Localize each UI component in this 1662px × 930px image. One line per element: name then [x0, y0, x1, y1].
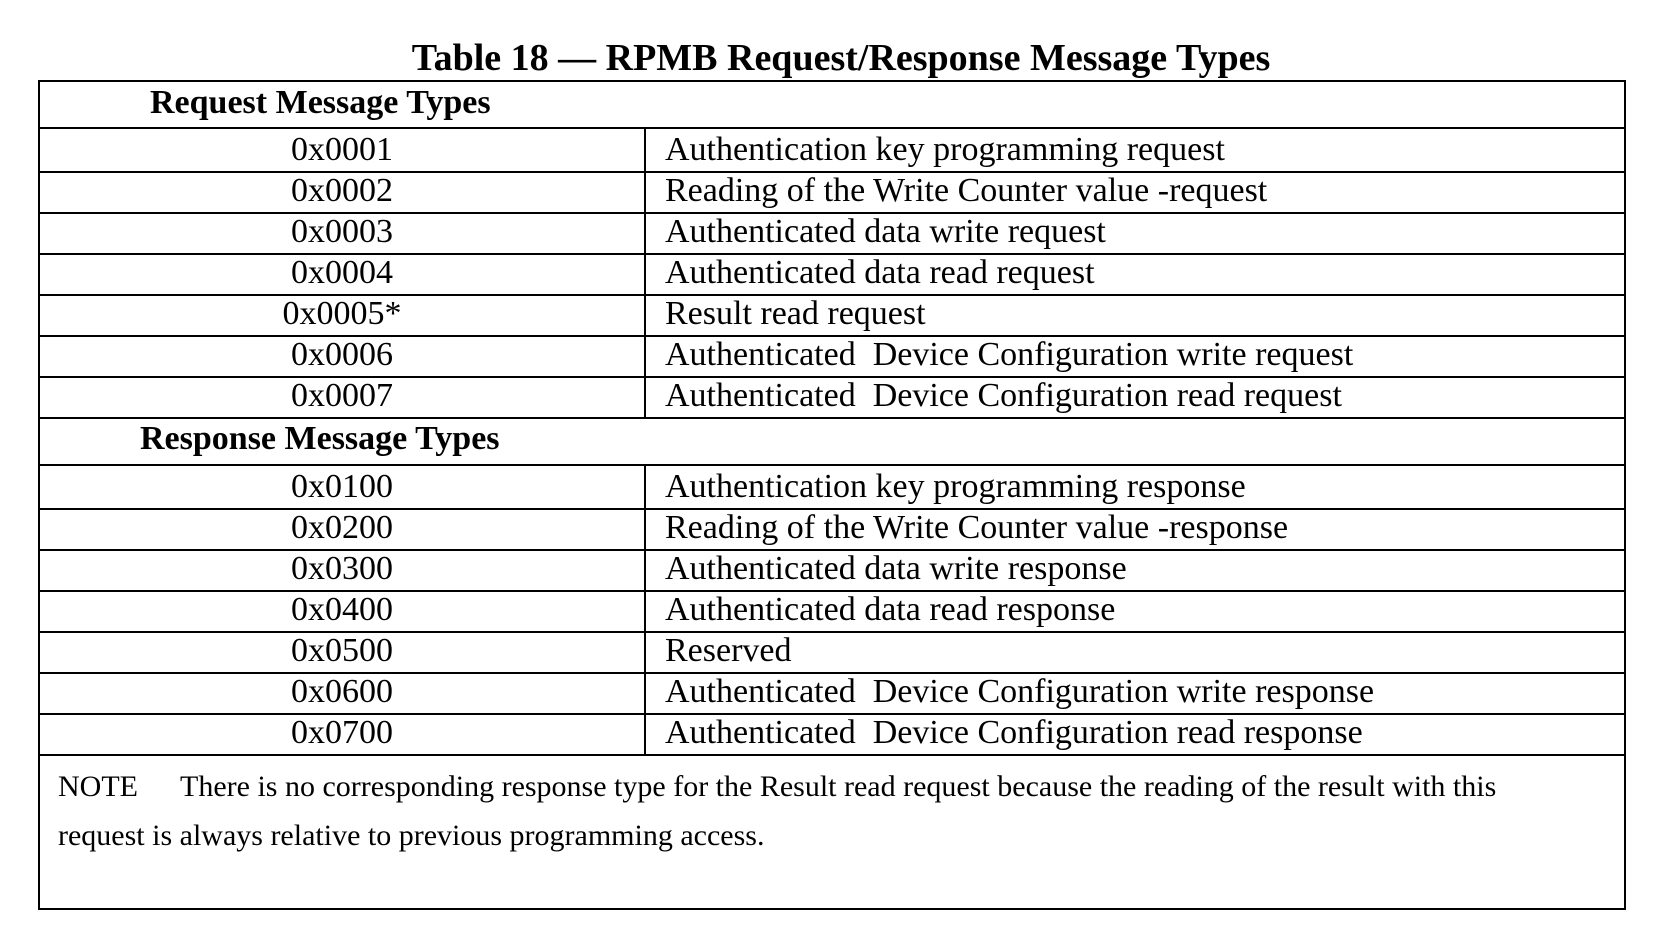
message-description: Authenticated Device Configuration write…: [665, 673, 1375, 710]
message-code: 0x0400: [40, 589, 646, 631]
message-description: Reading of the Write Counter value -resp…: [665, 509, 1289, 546]
note-text: There is no corresponding response type …: [58, 770, 1497, 852]
message-description: Authenticated data read request: [665, 254, 1095, 291]
table-title: Table 18 — RPMB Request/Response Message…: [411, 37, 1271, 79]
message-code: 0x0600: [40, 671, 646, 713]
table-row: 0x0006 Authenticated Device Configuratio…: [40, 334, 1624, 378]
table-row: 0x0700 Authenticated Device Configuratio…: [40, 712, 1624, 756]
message-description: Authenticated Device Configuration write…: [665, 336, 1354, 373]
message-description: Reserved: [665, 632, 792, 669]
table-row: 0x0100 Authentication key programming re…: [40, 466, 1624, 510]
message-code: 0x0200: [40, 507, 646, 549]
message-description: Authentication key programming response: [665, 468, 1246, 505]
request-section-label: Request Message Types: [150, 84, 491, 121]
table-row: 0x0400 Authenticated data read response: [40, 589, 1624, 633]
message-code: 0x0007: [40, 375, 646, 417]
message-types-table: Request Message Types 0x0001 Authenticat…: [38, 80, 1626, 910]
message-description: Authenticated Device Configuration read …: [665, 377, 1342, 414]
note-label: NOTE: [58, 770, 138, 803]
table-row: 0x0007 Authenticated Device Configuratio…: [40, 375, 1624, 419]
response-section-label: Response Message Types: [140, 420, 500, 457]
message-description: Result read request: [665, 295, 926, 332]
message-description: Authenticated data write response: [665, 550, 1127, 587]
table-row: 0x0003 Authenticated data write request: [40, 211, 1624, 255]
table-row: 0x0600 Authenticated Device Configuratio…: [40, 671, 1624, 715]
table-row: 0x0200 Reading of the Write Counter valu…: [40, 507, 1624, 551]
message-code: 0x0100: [40, 466, 646, 508]
message-description: Authentication key programming request: [665, 131, 1225, 168]
table-row: 0x0002 Reading of the Write Counter valu…: [40, 170, 1624, 214]
message-code: 0x0001: [40, 129, 646, 171]
response-section-header: Response Message Types: [40, 416, 1624, 466]
message-code: 0x0003: [40, 211, 646, 253]
message-code: 0x0500: [40, 630, 646, 672]
message-code: 0x0006: [40, 334, 646, 376]
table-row: 0x0300 Authenticated data write response: [40, 548, 1624, 592]
message-code: 0x0005*: [40, 293, 646, 335]
message-code: 0x0700: [40, 712, 646, 754]
request-section-header: Request Message Types: [40, 82, 1624, 129]
message-description: Authenticated data write request: [665, 213, 1106, 250]
table-note: NOTE There is no corresponding response t…: [58, 762, 1584, 860]
table-row: 0x0004 Authenticated data read request: [40, 252, 1624, 296]
message-code: 0x0002: [40, 170, 646, 212]
message-description: Reading of the Write Counter value -requ…: [665, 172, 1268, 209]
table-row: 0x0005* Result read request: [40, 293, 1624, 337]
table-row: 0x0500 Reserved: [40, 630, 1624, 674]
message-code: 0x0300: [40, 548, 646, 590]
table-row: 0x0001 Authentication key programming re…: [40, 129, 1624, 173]
message-description: Authenticated Device Configuration read …: [665, 714, 1363, 751]
message-description: Authenticated data read response: [665, 591, 1116, 628]
message-code: 0x0004: [40, 252, 646, 294]
